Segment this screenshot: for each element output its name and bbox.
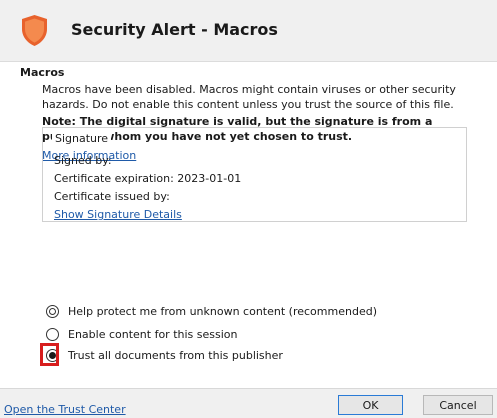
trust-center-link[interactable]: Open the Trust Center (4, 403, 126, 416)
signature-legend: Signature (52, 132, 112, 145)
radio-help-protect[interactable] (46, 304, 59, 318)
macros-description: Macros have been disabled. Macros might … (42, 83, 456, 111)
option-label: Help protect me from unknown content (re… (68, 304, 377, 318)
show-signature-details-link[interactable]: Show Signature Details (54, 208, 182, 222)
ok-button[interactable]: OK (338, 395, 403, 415)
certificate-expiration: Certificate expiration: 2023-01-01 (54, 172, 242, 185)
certificate-issued-by: Certificate issued by: (54, 190, 170, 203)
dialog-title: Security Alert - Macros (71, 20, 278, 39)
cancel-button[interactable]: Cancel (423, 395, 493, 415)
signed-by-label: Signed by: (54, 154, 112, 167)
selection-highlight-box (40, 343, 59, 366)
shield-warning-icon (22, 15, 47, 46)
security-alert-dialog: Security Alert - Macros Macros Macros ha… (0, 0, 497, 418)
option-help-protect[interactable]: Help protect me from unknown content (re… (46, 302, 377, 320)
section-heading: Macros (20, 66, 65, 79)
option-trust-publisher[interactable]: Trust all documents from this publisher (46, 346, 283, 364)
option-label: Enable content for this session (68, 327, 238, 341)
title-bar: Security Alert - Macros (0, 0, 497, 62)
option-enable-session[interactable]: Enable content for this session (46, 325, 238, 343)
option-label: Trust all documents from this publisher (68, 348, 283, 362)
radio-enable-session[interactable] (46, 327, 59, 341)
